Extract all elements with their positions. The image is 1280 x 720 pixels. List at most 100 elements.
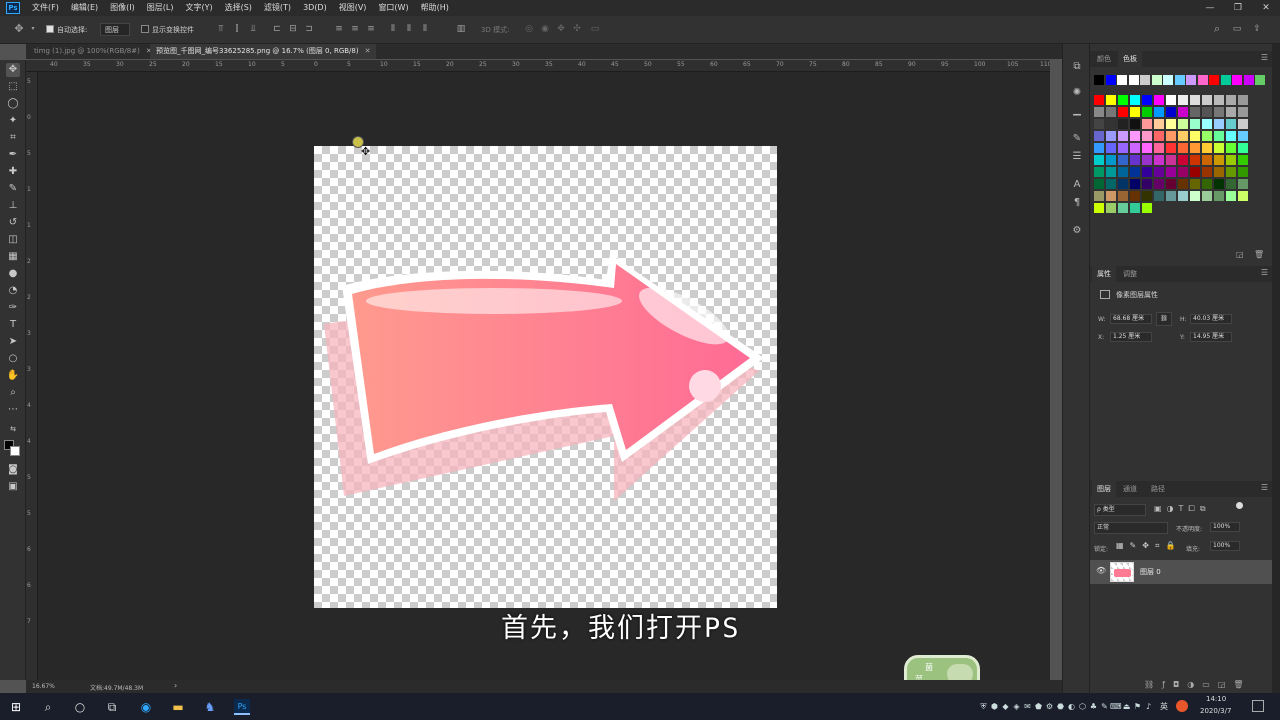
color-swatch[interactable] — [1142, 143, 1152, 153]
color-swatch[interactable] — [1094, 75, 1104, 85]
color-swatch[interactable] — [1226, 95, 1236, 105]
minimize-button[interactable]: — — [1196, 0, 1224, 16]
healing-brush-tool-icon[interactable]: ✚ — [6, 165, 20, 179]
trash-icon[interactable]: 🗑 — [1254, 250, 1264, 259]
color-swatch[interactable] — [1094, 107, 1104, 117]
color-swatch[interactable] — [1238, 191, 1248, 201]
layer-row[interactable]: 👁 图层 0 — [1090, 560, 1272, 584]
color-swatch[interactable] — [1226, 119, 1236, 129]
color-swatch[interactable] — [1118, 203, 1128, 213]
menu-type[interactable]: 文字(Y) — [179, 0, 218, 16]
screen-mode-icon[interactable]: ▣ — [6, 480, 20, 494]
color-swatch[interactable] — [1214, 143, 1224, 153]
color-swatch[interactable] — [1094, 131, 1104, 141]
color-swatch[interactable] — [1202, 167, 1212, 177]
color-swatch[interactable] — [1166, 167, 1176, 177]
distribute-top-icon[interactable]: ≡ — [334, 24, 344, 34]
color-swatch[interactable] — [1154, 143, 1164, 153]
color-swatch[interactable] — [1214, 131, 1224, 141]
color-swatch[interactable] — [1202, 143, 1212, 153]
layer-name[interactable]: 图层 0 — [1140, 567, 1161, 577]
cortana-icon[interactable]: ○ — [72, 699, 88, 715]
color-swatch[interactable] — [1214, 119, 1224, 129]
color-swatch[interactable] — [1238, 179, 1248, 189]
blur-tool-icon[interactable]: ● — [6, 267, 20, 281]
color-swatch[interactable] — [1106, 107, 1116, 117]
color-swatch[interactable] — [1220, 75, 1231, 85]
color-swatch[interactable] — [1130, 107, 1140, 117]
move-tool-icon[interactable]: ✥ — [14, 23, 24, 34]
color-swatch[interactable] — [1238, 119, 1248, 129]
move-tool-icon[interactable]: ✥ — [6, 63, 20, 77]
color-swatch[interactable] — [1178, 143, 1188, 153]
marquee-tool-icon[interactable]: ⬚ — [6, 80, 20, 94]
ime-indicator[interactable]: 英 — [1160, 701, 1168, 712]
color-swatch[interactable] — [1142, 179, 1152, 189]
color-swatch[interactable] — [1190, 95, 1200, 105]
photoshop-taskbar-icon[interactable]: Ps — [234, 699, 250, 715]
layer-actions-bar[interactable]: ⛓ƒ◘◑▭◲🗑 — [1144, 680, 1252, 689]
color-swatch[interactable] — [1106, 95, 1116, 105]
tab-preview-png[interactable]: 预览图_千图网_编号33625285.png @ 16.7% (图层 0, RG… — [150, 44, 377, 59]
menu-filter[interactable]: 滤镜(T) — [258, 0, 297, 16]
tab-channels[interactable]: 通道 — [1118, 481, 1142, 497]
color-swatch[interactable] — [1166, 179, 1176, 189]
align-right-icon[interactable]: ⊐ — [304, 24, 314, 34]
color-swatch[interactable] — [1226, 143, 1236, 153]
color-swatch[interactable] — [1166, 95, 1176, 105]
link-dimensions-button[interactable]: ⛓ — [1156, 312, 1172, 326]
color-swatch[interactable] — [1209, 75, 1219, 85]
color-swatch[interactable] — [1190, 179, 1200, 189]
color-swatch[interactable] — [1106, 203, 1116, 213]
color-swatch[interactable] — [1238, 155, 1248, 165]
color-swatch[interactable] — [1106, 131, 1116, 141]
color-swatch[interactable] — [1094, 167, 1104, 177]
color-swatch[interactable] — [1202, 95, 1212, 105]
lasso-tool-icon[interactable]: ◯ — [6, 97, 20, 111]
share-icon[interactable]: ⇪ — [1252, 24, 1262, 34]
align-top-icon[interactable]: ⫪ — [216, 24, 226, 34]
color-swatch[interactable] — [1130, 203, 1140, 213]
tray-icon[interactable]: ⬡ — [1077, 701, 1088, 712]
close-icon[interactable]: ✕ — [365, 47, 371, 55]
fill-field[interactable]: 100% — [1210, 541, 1240, 551]
brush-tool-icon[interactable]: ✎ — [6, 182, 20, 196]
distribute-right-icon[interactable]: ⦀ — [420, 24, 430, 34]
color-swatch[interactable] — [1118, 155, 1128, 165]
layer-filter-dropdown[interactable]: ρ 类型 — [1094, 504, 1146, 516]
quick-mask-icon[interactable]: ◙ — [6, 463, 20, 477]
color-swatch[interactable] — [1214, 95, 1224, 105]
menu-3d[interactable]: 3D(D) — [297, 0, 333, 16]
clone-stamp-tool-icon[interactable]: ⊥ — [6, 199, 20, 213]
distribute-left-icon[interactable]: ⦀ — [388, 24, 398, 34]
dodge-tool-icon[interactable]: ◔ — [6, 284, 20, 298]
magic-wand-tool-icon[interactable]: ✦ — [6, 114, 20, 128]
eyedropper-tool-icon[interactable]: ✒ — [6, 148, 20, 162]
character-icon[interactable]: A — [1070, 178, 1084, 192]
path-selection-tool-icon[interactable]: ➤ — [6, 335, 20, 349]
document-canvas[interactable] — [314, 146, 777, 608]
color-swatch[interactable] — [1190, 167, 1200, 177]
sogou-icon[interactable] — [1176, 700, 1188, 712]
color-swatch[interactable] — [1140, 75, 1150, 85]
auto-select-dropdown[interactable]: 图层 — [100, 23, 130, 36]
color-swatch[interactable] — [1226, 107, 1236, 117]
color-swatch[interactable] — [1190, 119, 1200, 129]
color-swatch[interactable] — [1190, 191, 1200, 201]
color-swatch[interactable] — [1238, 131, 1248, 141]
auto-align-icon[interactable]: ▥ — [456, 24, 466, 34]
color-swatch[interactable] — [1106, 191, 1116, 201]
3d-scale-icon[interactable]: ▭ — [590, 24, 600, 34]
menu-window[interactable]: 窗口(W) — [372, 0, 414, 16]
tray-icon[interactable]: ◆ — [1000, 701, 1011, 712]
tab-color[interactable]: 颜色 — [1092, 51, 1116, 67]
tray-icon[interactable]: ✎ — [1099, 701, 1110, 712]
color-swatch[interactable] — [1094, 179, 1104, 189]
3d-rotate-icon[interactable]: ◎ — [524, 24, 534, 34]
background-color-swatch[interactable] — [10, 446, 20, 456]
color-swatch[interactable] — [1154, 191, 1164, 201]
color-swatch[interactable] — [1130, 179, 1140, 189]
color-swatch[interactable] — [1142, 203, 1152, 213]
search-icon[interactable]: ⌕ — [40, 699, 56, 715]
align-hcenter-icon[interactable]: ⊟ — [288, 24, 298, 34]
